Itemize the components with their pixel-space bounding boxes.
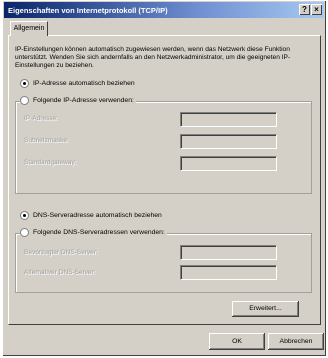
ip-manual-option[interactable]: Folgende IP-Adresse verwenden:	[20, 96, 136, 105]
help-icon[interactable]: ?	[299, 4, 310, 15]
tcpip-properties-dialog: Eigenschaften von Internetprotokoll (TCP…	[2, 0, 326, 356]
preferred-dns-field[interactable]	[180, 245, 277, 260]
cancel-button[interactable]: Abbrechen	[268, 333, 324, 350]
dns-manual-radio[interactable]	[20, 228, 29, 237]
ok-button[interactable]: OK	[209, 333, 265, 350]
ip-manual-label: Folgende IP-Adresse verwenden:	[33, 97, 134, 104]
advanced-button[interactable]: Erweitert...	[232, 301, 299, 317]
ip-address-label: IP-Adresse:	[24, 115, 58, 122]
subnet-mask-field[interactable]	[180, 134, 277, 149]
close-icon[interactable]: ×	[311, 4, 322, 15]
intro-text: IP-Einstellungen können automatisch zuge…	[15, 46, 291, 69]
ip-address-field[interactable]	[180, 112, 277, 127]
dns-manual-label: Folgende DNS-Serveradressen verwenden:	[33, 229, 165, 236]
dns-auto-label: DNS-Serveradresse automatisch beziehen	[33, 212, 162, 219]
window-title: Eigenschaften von Internetprotokoll (TCP…	[8, 6, 168, 15]
ip-auto-label: IP-Adresse automatisch beziehen	[33, 80, 135, 87]
ip-auto-option[interactable]: IP-Adresse automatisch beziehen	[20, 79, 137, 88]
default-gateway-field[interactable]	[180, 156, 277, 171]
dns-auto-option[interactable]: DNS-Serveradresse automatisch beziehen	[20, 211, 164, 220]
ip-manual-radio[interactable]	[20, 96, 29, 105]
dns-manual-option[interactable]: Folgende DNS-Serveradressen verwenden:	[20, 228, 167, 237]
dns-auto-radio[interactable]	[20, 211, 29, 220]
preferred-dns-label: Bevorzugter DNS-Server:	[24, 249, 98, 256]
alternate-dns-field[interactable]	[180, 265, 277, 280]
ip-auto-radio[interactable]	[20, 79, 29, 88]
default-gateway-label: Standardgateway:	[24, 159, 77, 166]
title-bar[interactable]: Eigenschaften von Internetprotokoll (TCP…	[4, 2, 324, 18]
subnet-mask-label: Subnetzmaske:	[24, 137, 69, 144]
dns-group	[15, 233, 312, 293]
tab-allgemein[interactable]: Allgemein	[10, 21, 48, 36]
alternate-dns-label: Alternativer DNS-Server:	[24, 269, 96, 276]
